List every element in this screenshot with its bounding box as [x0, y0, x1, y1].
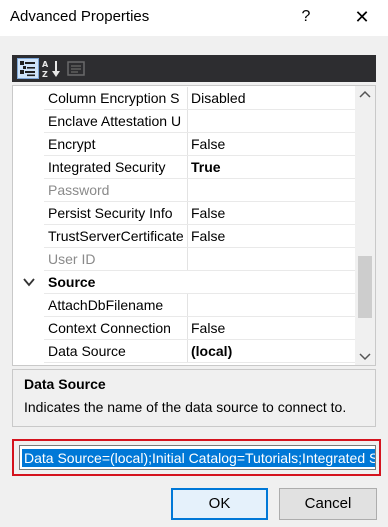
window-title: Advanced Properties [10, 8, 150, 25]
property-row-attach-db-filename[interactable]: AttachDbFilename [13, 294, 356, 317]
property-name: Column Encryption S [48, 90, 180, 106]
column-divider[interactable] [187, 317, 188, 340]
property-row-data-source[interactable]: Data Source (local) [13, 340, 356, 363]
property-name: AttachDbFilename [48, 297, 164, 313]
help-button[interactable]: ? [292, 4, 320, 30]
property-row-user-id[interactable]: User ID [13, 248, 356, 271]
property-value[interactable]: Disabled [191, 87, 351, 110]
scroll-up-arrow-icon[interactable] [355, 86, 375, 103]
category-label: Source [48, 274, 96, 290]
column-divider[interactable] [187, 156, 188, 179]
property-pages-button[interactable] [65, 58, 87, 79]
property-name: User ID [48, 251, 96, 267]
property-name: Enclave Attestation U [48, 113, 182, 129]
property-row-trust-server-certificate[interactable]: TrustServerCertificate False [13, 225, 356, 248]
row-divider [44, 362, 356, 363]
property-name: Encrypt [48, 136, 96, 152]
column-divider[interactable] [187, 248, 188, 271]
scroll-down-arrow-icon[interactable] [355, 348, 375, 365]
property-name: Context Connection [48, 320, 171, 336]
property-row-enclave-attestation[interactable]: Enclave Attestation U [13, 110, 356, 133]
property-name: Integrated Security [48, 159, 166, 175]
property-row-encrypt[interactable]: Encrypt False [13, 133, 356, 156]
alphabetical-sort-icon: A Z [42, 60, 60, 79]
category-row-source[interactable]: Source [13, 271, 356, 294]
svg-text:A: A [42, 60, 49, 69]
svg-text:Z: Z [42, 70, 48, 79]
property-name: TrustServerCertificate [48, 228, 184, 244]
categorized-view-button[interactable] [17, 58, 39, 79]
property-row-integrated-security[interactable]: Integrated Security True [13, 156, 356, 179]
close-button[interactable]: ✕ [348, 4, 376, 30]
property-pages-icon [67, 61, 85, 76]
property-row-persist-security-info[interactable]: Persist Security Info False [13, 202, 356, 225]
column-divider[interactable] [187, 225, 188, 248]
property-value[interactable] [191, 179, 351, 202]
property-value[interactable]: True [191, 156, 351, 179]
cancel-button[interactable]: Cancel [279, 488, 377, 520]
property-row-column-encryption[interactable]: Column Encryption S Disabled [13, 87, 356, 110]
column-divider[interactable] [187, 133, 188, 156]
description-text: Indicates the name of the data source to… [24, 399, 347, 415]
property-grid[interactable]: Column Encryption S Disabled Enclave Att… [12, 85, 376, 366]
property-value[interactable] [191, 110, 351, 133]
column-divider[interactable] [187, 179, 188, 202]
scrollbar-thumb[interactable] [358, 256, 372, 318]
property-name: Password [48, 182, 110, 198]
categorized-view-icon [20, 61, 35, 77]
connection-string-field[interactable]: Data Source=(local);Initial Catalog=Tuto… [19, 445, 376, 470]
column-divider[interactable] [187, 202, 188, 225]
connection-string-text[interactable]: Data Source=(local);Initial Catalog=Tuto… [22, 449, 375, 467]
property-value[interactable] [191, 248, 351, 271]
property-value[interactable]: False [191, 225, 351, 248]
column-divider[interactable] [187, 340, 188, 363]
description-pane: Data Source Indicates the name of the da… [12, 369, 376, 427]
property-row-context-connection[interactable]: Context Connection False [13, 317, 356, 340]
property-value[interactable]: (local) [191, 340, 351, 363]
property-value[interactable]: False [191, 317, 351, 340]
title-bar: Advanced Properties ? ✕ [0, 0, 388, 36]
chevron-down-icon[interactable] [22, 275, 36, 289]
property-value[interactable]: False [191, 133, 351, 156]
description-title: Data Source [24, 376, 106, 392]
connection-string-highlight: Data Source=(local);Initial Catalog=Tuto… [12, 439, 381, 476]
property-value[interactable]: False [191, 202, 351, 225]
property-row-password[interactable]: Password [13, 179, 356, 202]
column-divider[interactable] [187, 110, 188, 133]
property-name: Data Source [48, 340, 186, 363]
column-divider[interactable] [187, 294, 188, 317]
column-divider[interactable] [187, 87, 188, 110]
alphabetical-sort-button[interactable]: A Z [41, 58, 63, 79]
vertical-scrollbar[interactable] [355, 86, 375, 365]
property-name: Persist Security Info [48, 205, 173, 221]
property-grid-toolbar: A Z [12, 55, 376, 82]
property-value[interactable] [191, 294, 351, 317]
ok-button[interactable]: OK [171, 488, 268, 520]
